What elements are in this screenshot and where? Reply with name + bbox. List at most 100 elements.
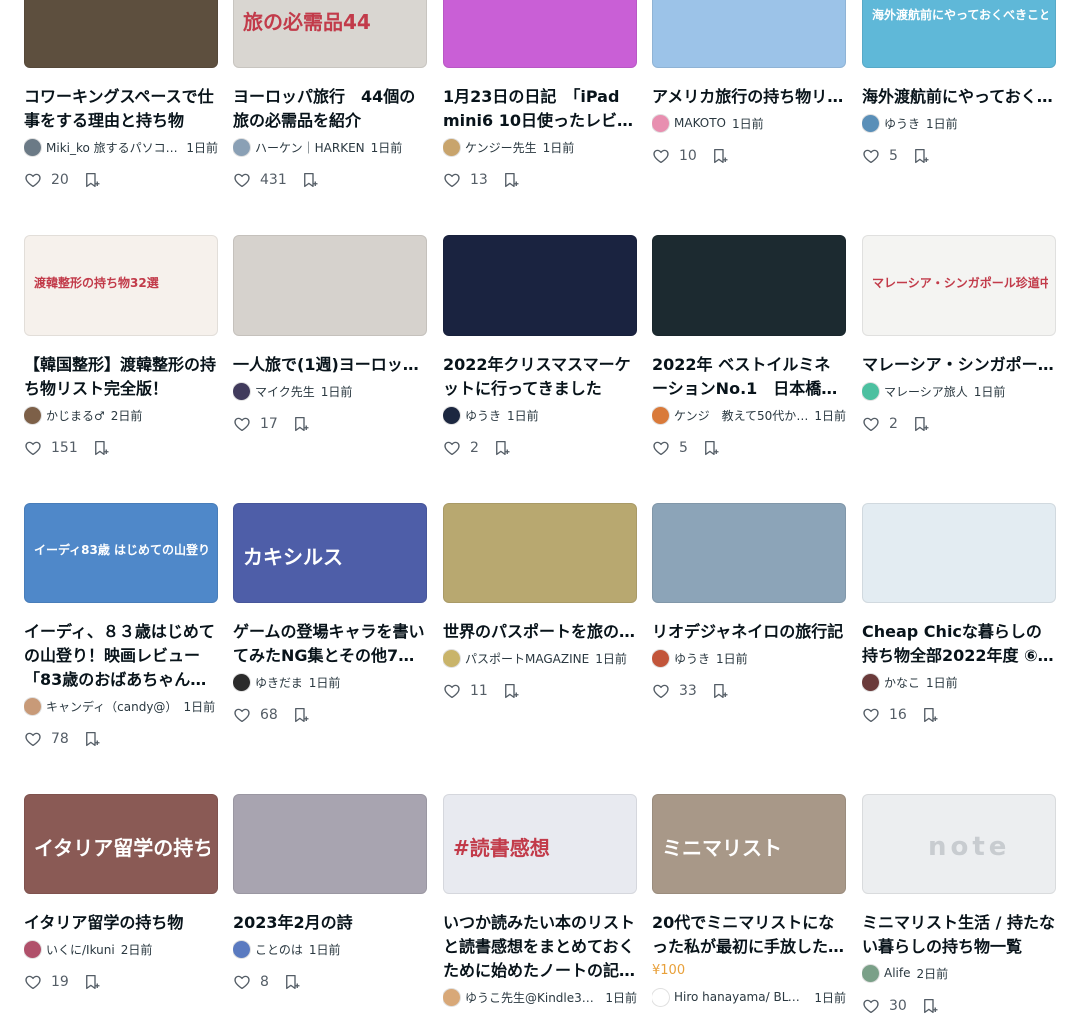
add-to-magazine-icon[interactable]	[83, 973, 101, 991]
avatar[interactable]	[24, 940, 41, 958]
add-to-magazine-icon[interactable]	[502, 682, 520, 700]
article-title[interactable]: 一人旅で(1週)ヨーロッパに行ってきた	[233, 353, 427, 377]
heart-icon[interactable]	[233, 706, 251, 724]
like-button[interactable]: 5	[652, 439, 702, 457]
like-button[interactable]: 2	[443, 439, 493, 457]
avatar[interactable]	[24, 697, 41, 715]
article-author[interactable]: Hiro hanayama/ BLUE SKY 1日前	[652, 987, 846, 1007]
article-author[interactable]: いくに/Ikuni 2日前	[24, 939, 218, 959]
article-thumbnail[interactable]	[652, 503, 846, 603]
article-title[interactable]: 2022年 ベストイルミネーションNo.1 日本橋でデート散歩	[652, 353, 846, 401]
article-author[interactable]: ゆうき 1日前	[443, 405, 637, 425]
like-button[interactable]: 5	[862, 147, 912, 165]
article-author[interactable]: キャンディ（candy@） 1日前	[24, 696, 218, 716]
article-author[interactable]: MAKOTO 1日前	[652, 113, 846, 133]
avatar[interactable]	[862, 382, 879, 400]
author-name[interactable]: ケンジー先生	[465, 139, 537, 156]
add-to-magazine-icon[interactable]	[493, 439, 511, 457]
article-title[interactable]: Cheap Chicな暮らしの 持ち物全部2022年度 ⑥衣類編	[862, 620, 1056, 668]
heart-icon[interactable]	[24, 973, 42, 991]
like-button[interactable]: 8	[233, 973, 283, 991]
like-button[interactable]: 10	[652, 147, 711, 165]
article-author[interactable]: ゆうこ先生@Kindle3冊出版しました 1日前	[443, 987, 637, 1007]
author-name[interactable]: Alife	[884, 966, 910, 980]
add-to-magazine-icon[interactable]	[711, 147, 729, 165]
like-button[interactable]: 2	[862, 415, 912, 433]
avatar[interactable]	[233, 382, 250, 400]
author-name[interactable]: マイク先生	[255, 383, 315, 400]
article-author[interactable]: マイク先生 1日前	[233, 381, 427, 401]
article-thumbnail[interactable]	[443, 503, 637, 603]
author-name[interactable]: ゆうき	[674, 650, 710, 667]
add-to-magazine-icon[interactable]	[292, 706, 310, 724]
author-name[interactable]: ゆきだま	[255, 674, 303, 691]
avatar[interactable]	[443, 406, 460, 424]
article-title[interactable]: 1月23日の日記 「iPad mini6 10日使ったレビュー」	[443, 85, 637, 133]
article-title[interactable]: ヨーロッパ旅行 44個の旅の必需品を紹介	[233, 85, 427, 133]
article-thumbnail[interactable]: note	[862, 794, 1056, 894]
like-button[interactable]: 30	[862, 997, 921, 1015]
avatar[interactable]	[233, 940, 250, 958]
heart-icon[interactable]	[652, 682, 670, 700]
heart-icon[interactable]	[233, 415, 251, 433]
article-author[interactable]: パスポートMAGAZINE 1日前	[443, 648, 637, 668]
like-button[interactable]: 17	[233, 415, 292, 433]
like-button[interactable]: 33	[652, 682, 711, 700]
add-to-magazine-icon[interactable]	[711, 682, 729, 700]
like-button[interactable]: 16	[862, 706, 921, 724]
article-author[interactable]: かじまる♂ 2日前	[24, 405, 218, 425]
article-thumbnail[interactable]: 海外渡航前にやっておくべきこと3選	[862, 0, 1056, 68]
author-name[interactable]: ゆうき	[884, 115, 920, 132]
article-thumbnail[interactable]: 旅の必需品44	[233, 0, 427, 68]
article-title[interactable]: アメリカ旅行の持ち物リスト	[652, 85, 846, 109]
article-title[interactable]: イタリア留学の持ち物	[24, 911, 218, 935]
add-to-magazine-icon[interactable]	[702, 439, 720, 457]
add-to-magazine-icon[interactable]	[92, 439, 110, 457]
author-name[interactable]: ことのは	[255, 941, 303, 958]
avatar[interactable]	[443, 649, 460, 667]
heart-icon[interactable]	[862, 415, 880, 433]
heart-icon[interactable]	[652, 439, 670, 457]
author-name[interactable]: ケンジ 教えて50代からのIT講座	[674, 407, 808, 424]
article-author[interactable]: ケンジ 教えて50代からのIT講座 1日前	[652, 405, 846, 425]
author-name[interactable]: ハーケン｜HARKEN	[255, 139, 365, 156]
avatar[interactable]	[24, 138, 41, 156]
heart-icon[interactable]	[233, 171, 251, 189]
add-to-magazine-icon[interactable]	[301, 171, 319, 189]
author-name[interactable]: ゆうこ先生@Kindle3冊出版しました	[465, 989, 599, 1006]
article-thumbnail[interactable]	[443, 0, 637, 68]
heart-icon[interactable]	[24, 171, 42, 189]
article-thumbnail[interactable]	[233, 235, 427, 336]
like-button[interactable]: 11	[443, 682, 502, 700]
add-to-magazine-icon[interactable]	[921, 706, 939, 724]
article-author[interactable]: Miki_ko 旅するパソコン先生 1日前	[24, 137, 218, 157]
author-name[interactable]: かじまる♂	[46, 407, 105, 424]
article-title[interactable]: マレーシア・シンガポール珍道中	[862, 353, 1056, 377]
like-button[interactable]: 20	[24, 171, 83, 189]
article-author[interactable]: Alife 2日前	[862, 963, 1056, 983]
heart-icon[interactable]	[443, 682, 461, 700]
article-thumbnail[interactable]: カキシルス	[233, 503, 427, 603]
article-author[interactable]: マレーシア旅人 1日前	[862, 381, 1056, 401]
add-to-magazine-icon[interactable]	[83, 730, 101, 748]
heart-icon[interactable]	[233, 973, 251, 991]
article-title[interactable]: ミニマリスト生活 / 持たない暮らしの持ち物一覧	[862, 911, 1056, 959]
avatar[interactable]	[652, 114, 669, 132]
add-to-magazine-icon[interactable]	[83, 171, 101, 189]
article-title[interactable]: イーディ、８３歳はじめての山登り！映画レビュー「83歳のおばあちゃんが挑む山登り…	[24, 620, 218, 692]
heart-icon[interactable]	[862, 706, 880, 724]
article-title[interactable]: 海外渡航前にやっておくべきこと３選	[862, 85, 1056, 109]
article-thumbnail[interactable]	[862, 503, 1056, 603]
article-title[interactable]: 2023年2月の詩	[233, 911, 427, 935]
avatar[interactable]	[652, 988, 669, 1006]
article-thumbnail[interactable]	[443, 235, 637, 336]
article-thumbnail[interactable]: マレーシア・シンガポール珍道中	[862, 235, 1056, 336]
avatar[interactable]	[24, 406, 41, 424]
author-name[interactable]: いくに/Ikuni	[46, 941, 115, 958]
avatar[interactable]	[862, 673, 879, 691]
heart-icon[interactable]	[24, 439, 42, 457]
heart-icon[interactable]	[652, 147, 670, 165]
avatar[interactable]	[652, 649, 669, 667]
avatar[interactable]	[443, 988, 460, 1006]
article-thumbnail[interactable]: #読書感想	[443, 794, 637, 894]
